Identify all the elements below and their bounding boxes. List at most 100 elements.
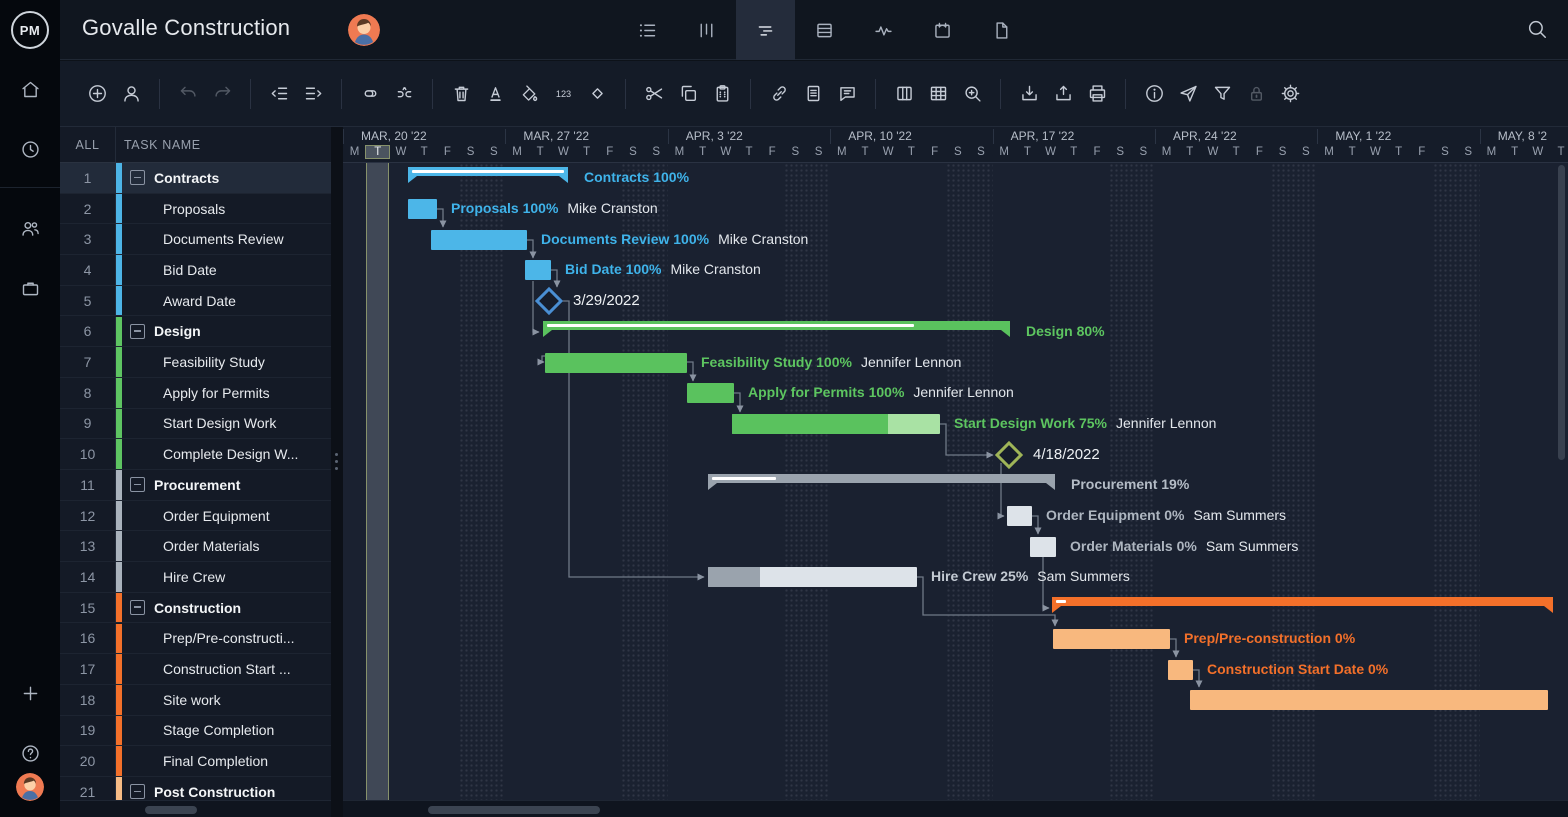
task-name: Documents Review [163, 231, 284, 247]
task-bar[interactable] [687, 383, 734, 403]
table-row[interactable]: 2Proposals [60, 194, 331, 225]
toolbar-fill-color-icon[interactable] [512, 77, 546, 111]
toolbar-print-icon[interactable] [1080, 77, 1114, 111]
collapse-toggle-icon[interactable] [130, 324, 145, 339]
table-row[interactable]: 15Construction [60, 593, 331, 624]
table-row[interactable]: 17Construction Start ... [60, 654, 331, 685]
rail-users-icon[interactable] [0, 208, 60, 248]
table-row[interactable]: 21Post Construction [60, 777, 331, 800]
table-row[interactable]: 4Bid Date [60, 255, 331, 286]
collapse-toggle-icon[interactable] [130, 170, 145, 185]
toolbar-add-user-icon[interactable] [114, 77, 148, 111]
table-row[interactable]: 9Start Design Work [60, 409, 331, 440]
search-icon[interactable] [1526, 18, 1548, 45]
chart-horizontal-scrollbar[interactable] [428, 806, 600, 814]
view-tab-calendar[interactable] [913, 0, 972, 60]
rail-home-icon[interactable] [0, 69, 60, 109]
toolbar-font-color-icon[interactable] [478, 77, 512, 111]
task-bar[interactable] [708, 567, 917, 587]
table-row[interactable]: 8Apply for Permits [60, 378, 331, 409]
summary-bar[interactable] [543, 321, 1010, 330]
toolbar-unlink-tasks-icon[interactable] [387, 77, 421, 111]
panel-splitter[interactable] [331, 127, 343, 817]
view-tab-page[interactable] [972, 0, 1031, 60]
milestone-diamond[interactable] [535, 287, 563, 315]
toolbar-comment-icon[interactable] [830, 77, 864, 111]
toolbar-undo-icon[interactable] [171, 77, 205, 111]
user-avatar[interactable] [16, 773, 44, 801]
collapse-toggle-icon[interactable] [130, 784, 145, 799]
toolbar-numbers-icon[interactable]: 123 [546, 77, 580, 111]
summary-bar[interactable] [1052, 597, 1553, 606]
vertical-scrollbar[interactable] [1558, 165, 1565, 460]
table-horizontal-scrollbar[interactable] [145, 806, 197, 814]
toolbar-share-icon[interactable] [1171, 77, 1205, 111]
toolbar-outdent-icon[interactable] [262, 77, 296, 111]
rail-plus-icon[interactable] [0, 673, 60, 713]
task-bar[interactable] [431, 230, 527, 250]
toolbar-columns-icon[interactable] [887, 77, 921, 111]
week-label: APR, 24 '22 [1173, 129, 1237, 143]
summary-bar[interactable] [408, 167, 568, 176]
table-row[interactable]: 7Feasibility Study [60, 347, 331, 378]
table-row[interactable]: 12Order Equipment [60, 501, 331, 532]
task-bar[interactable] [1168, 660, 1193, 680]
toolbar-redo-icon[interactable] [205, 77, 239, 111]
collapse-toggle-icon[interactable] [130, 600, 145, 615]
toolbar-import-icon[interactable] [1012, 77, 1046, 111]
view-tab-board[interactable] [677, 0, 736, 60]
toolbar-lock-icon[interactable] [1239, 77, 1273, 111]
toolbar-attachment-icon[interactable] [762, 77, 796, 111]
toolbar-add-task-icon[interactable] [80, 77, 114, 111]
toolbar-filter-icon[interactable] [1205, 77, 1239, 111]
pm-logo[interactable]: PM [11, 11, 49, 49]
toolbar-settings-icon[interactable] [1273, 77, 1307, 111]
task-bar[interactable] [1053, 629, 1170, 649]
milestone-diamond[interactable] [995, 440, 1023, 468]
toolbar-cut-icon[interactable] [637, 77, 671, 111]
view-tab-sheet[interactable] [795, 0, 854, 60]
summary-bar[interactable] [708, 474, 1055, 483]
table-row[interactable]: 1Contracts [60, 163, 331, 194]
column-header-all[interactable]: ALL [60, 127, 115, 162]
day-letter: S [1294, 146, 1317, 158]
task-bar[interactable] [408, 199, 437, 219]
toolbar-copy-icon[interactable] [671, 77, 705, 111]
table-row[interactable]: 16Prep/Pre-constructi... [60, 624, 331, 655]
toolbar-link-tasks-icon[interactable] [353, 77, 387, 111]
table-row[interactable]: 11Procurement [60, 470, 331, 501]
table-row[interactable]: 18Site work [60, 685, 331, 716]
toolbar-paste-icon[interactable] [705, 77, 739, 111]
task-bar[interactable] [545, 353, 687, 373]
rail-help-icon[interactable] [0, 733, 60, 773]
table-row[interactable]: 14Hire Crew [60, 562, 331, 593]
task-bar[interactable] [732, 414, 940, 434]
toolbar-info-icon[interactable] [1137, 77, 1171, 111]
toolbar-delete-icon[interactable] [444, 77, 478, 111]
rail-clock-icon[interactable] [0, 129, 60, 169]
project-owner-avatar[interactable] [348, 14, 380, 46]
toolbar-indent-icon[interactable] [296, 77, 330, 111]
table-row[interactable]: 13Order Materials [60, 531, 331, 562]
task-bar[interactable] [525, 260, 551, 280]
task-bar[interactable] [1030, 537, 1056, 557]
toolbar-table-icon[interactable] [921, 77, 955, 111]
toolbar-export-icon[interactable] [1046, 77, 1080, 111]
rail-briefcase-icon[interactable] [0, 268, 60, 308]
collapse-toggle-icon[interactable] [130, 477, 145, 492]
toolbar-milestone-icon[interactable] [580, 77, 614, 111]
table-row[interactable]: 10Complete Design W... [60, 439, 331, 470]
view-tab-list[interactable] [618, 0, 677, 60]
view-tab-activity[interactable] [854, 0, 913, 60]
column-header-task-name[interactable]: TASK NAME [115, 127, 331, 162]
table-row[interactable]: 3Documents Review [60, 224, 331, 255]
table-row[interactable]: 5Award Date [60, 286, 331, 317]
table-row[interactable]: 19Stage Completion [60, 716, 331, 747]
toolbar-notes-icon[interactable] [796, 77, 830, 111]
task-bar[interactable] [1190, 690, 1548, 710]
toolbar-zoom-in-icon[interactable] [955, 77, 989, 111]
table-row[interactable]: 6Design [60, 317, 331, 348]
task-bar[interactable] [1007, 506, 1032, 526]
table-row[interactable]: 20Final Completion [60, 746, 331, 777]
view-tab-gantt[interactable] [736, 0, 795, 60]
